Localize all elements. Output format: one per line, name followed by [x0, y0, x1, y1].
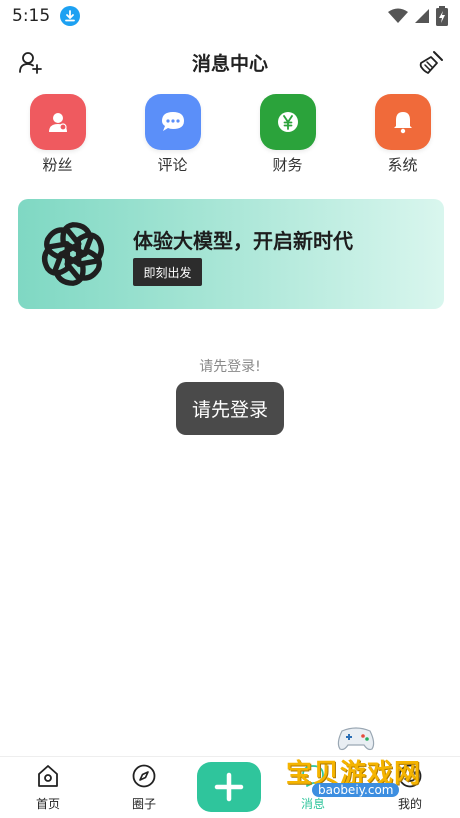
gamepad-icon [337, 727, 375, 751]
watermark-logo: 宝贝游戏网 baobeiy.com [282, 723, 442, 801]
login-toast: 请先登录 [176, 382, 284, 435]
category-label: 系统 [387, 156, 418, 174]
yuan-icon [259, 94, 316, 150]
plus-icon [214, 772, 244, 802]
page-title: 消息中心 [191, 52, 268, 75]
status-bar: 5:15 [0, 0, 460, 32]
chat-icon [144, 94, 201, 150]
signal-icon [415, 9, 429, 23]
add-post-button[interactable] [197, 762, 261, 812]
add-friend-icon[interactable] [18, 50, 42, 74]
start-now-button[interactable]: 即刻出发 [133, 258, 202, 286]
login-hint: 请先登录! [199, 359, 261, 375]
header: 消息中心 [0, 44, 460, 80]
category-label: 财务 [272, 156, 303, 174]
category-label: 粉丝 [42, 156, 73, 174]
wifi-icon [388, 8, 408, 23]
bell-icon [374, 94, 431, 150]
tab-label: 首页 [35, 797, 60, 811]
user-icon [29, 94, 86, 150]
tab-label: 圈子 [131, 797, 156, 811]
category-fans[interactable]: 粉丝 [0, 94, 115, 175]
battery-icon [436, 6, 448, 26]
ai-promo-banner[interactable]: 体验大模型，开启新时代 即刻出发 [18, 199, 444, 309]
download-icon [60, 6, 81, 26]
category-comments[interactable]: 评论 [115, 94, 230, 175]
category-system[interactable]: 系统 [345, 94, 460, 175]
tab-home[interactable]: 首页 [18, 763, 78, 812]
compass-icon [132, 764, 156, 788]
banner-title: 体验大模型，开启新时代 [133, 229, 353, 253]
clear-broom-icon[interactable] [418, 50, 444, 76]
openai-logo-icon [41, 222, 105, 286]
status-time: 5:15 [12, 6, 51, 26]
watermark-url: baobeiy.com [312, 783, 400, 797]
tab-circle[interactable]: 圈子 [114, 763, 174, 812]
category-label: 评论 [157, 156, 188, 174]
category-row: 粉丝 评论 财务 系统 [0, 94, 460, 175]
home-icon [38, 765, 58, 787]
category-finance[interactable]: 财务 [230, 94, 345, 175]
